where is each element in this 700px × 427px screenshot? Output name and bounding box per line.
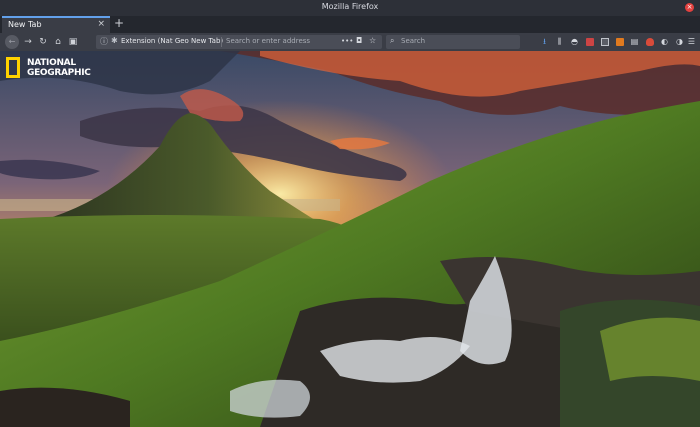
- shield-icon[interactable]: [644, 36, 655, 48]
- window-title: Mozilla Firefox: [321, 2, 379, 11]
- logo-text-national: NATIONAL: [27, 58, 76, 68]
- downloads-icon[interactable]: ⭳: [539, 36, 550, 48]
- home-icon: ⌂: [55, 37, 61, 47]
- url-placeholder[interactable]: Search or enter address: [226, 37, 310, 45]
- extension-icon[interactable]: [584, 36, 595, 48]
- search-placeholder[interactable]: Search: [401, 37, 425, 45]
- logo-text-geographic: GEOGRAPHIC: [27, 68, 91, 78]
- tab-strip: New Tab × +: [0, 16, 700, 33]
- navigation-toolbar: ← → ↻ ⌂ ▣ ⓘ ✱ Extension (Nat Geo New Tab…: [0, 33, 700, 52]
- library-icon[interactable]: ⫼: [554, 36, 565, 48]
- url-divider: [221, 37, 222, 47]
- contrast-icon[interactable]: ◐: [659, 36, 670, 48]
- search-icon: ⌕: [390, 36, 395, 45]
- new-tab-button[interactable]: +: [113, 16, 125, 33]
- info-icon[interactable]: ⓘ: [100, 36, 108, 47]
- sidebar-button[interactable]: ▣: [66, 35, 80, 49]
- tab-close-icon[interactable]: ×: [97, 19, 105, 29]
- bookmark-star-icon[interactable]: ☆: [369, 36, 376, 45]
- search-bar[interactable]: ⌕ Search: [386, 35, 520, 49]
- page-actions-button[interactable]: •••: [341, 37, 353, 45]
- forward-button[interactable]: →: [21, 35, 35, 49]
- arrow-right-icon: →: [24, 37, 32, 47]
- reload-icon: ↻: [39, 37, 47, 47]
- window-close-button[interactable]: ×: [685, 3, 694, 12]
- menu-icon[interactable]: ☰: [686, 36, 697, 48]
- url-bar[interactable]: ⓘ ✱ Extension (Nat Geo New Tab) Search o…: [96, 35, 382, 49]
- tab-label: New Tab: [8, 20, 42, 29]
- yellow-border-icon: [6, 57, 20, 78]
- addon-icon[interactable]: [614, 36, 625, 48]
- reader-icon[interactable]: ▤: [629, 36, 640, 48]
- identity-label[interactable]: Extension (Nat Geo New Tab): [121, 37, 223, 45]
- home-button[interactable]: ⌂: [51, 35, 65, 49]
- screenshot-icon[interactable]: [599, 36, 610, 48]
- new-tab-page: NATIONAL GEOGRAPHIC: [0, 51, 700, 427]
- firefox-window: Mozilla Firefox × New Tab × + ← → ↻ ⌂ ▣ …: [0, 0, 700, 427]
- landscape-wallpaper: [0, 51, 700, 427]
- sidebar-icon: ▣: [68, 37, 78, 47]
- tab-new-tab[interactable]: New Tab ×: [2, 16, 110, 33]
- title-bar: Mozilla Firefox ×: [0, 0, 700, 17]
- sync-icon[interactable]: ◓: [569, 36, 580, 48]
- theme-icon[interactable]: ◑: [674, 36, 685, 48]
- extension-puzzle-icon: ✱: [111, 36, 118, 45]
- pocket-icon[interactable]: ◘: [356, 36, 362, 45]
- arrow-left-icon: ←: [8, 37, 16, 46]
- reload-button[interactable]: ↻: [36, 35, 50, 49]
- back-button[interactable]: ←: [5, 35, 19, 49]
